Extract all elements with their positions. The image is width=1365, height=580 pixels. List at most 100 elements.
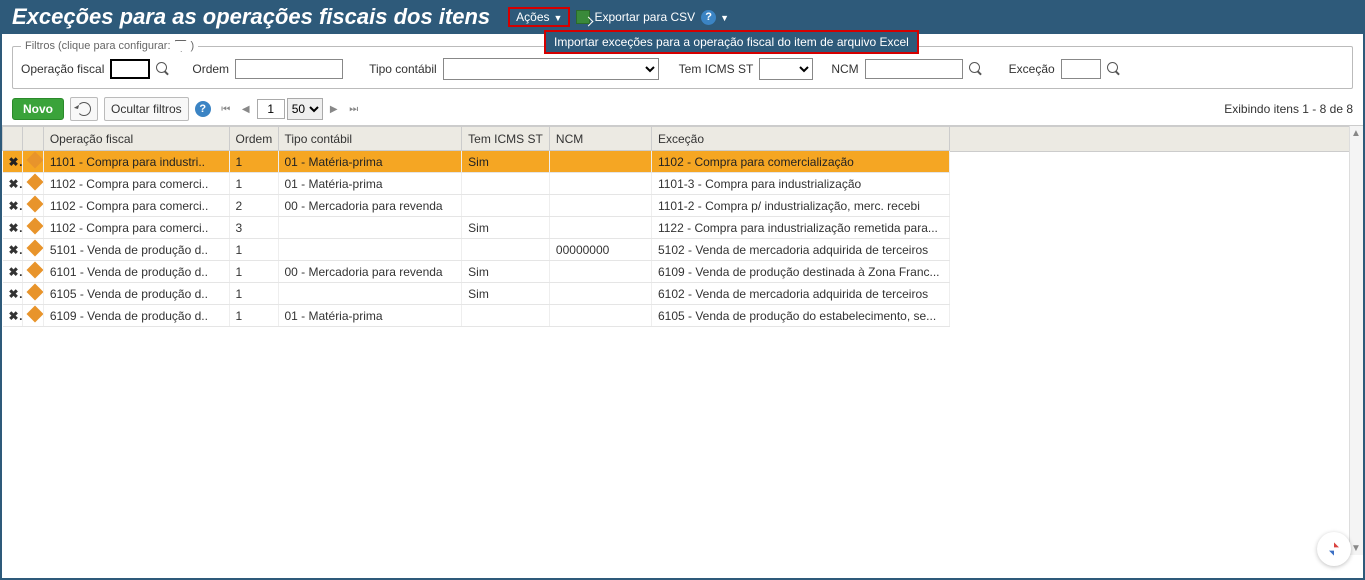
cell-operacao: 6105 - Venda de produção d.. [43, 283, 229, 305]
actions-label: Ações [516, 10, 549, 24]
pager-next-button[interactable]: ▶ [325, 98, 343, 120]
cell-operacao: 6101 - Venda de produção d.. [43, 261, 229, 283]
cell-excecao: 5102 - Venda de mercadoria adquirida de … [651, 239, 949, 261]
cell-ncm [549, 195, 651, 217]
grid-header-tipo[interactable]: Tipo contábil [278, 127, 462, 151]
cell-tipo: 01 - Matéria-prima [278, 151, 462, 173]
cell-ncm [549, 173, 651, 195]
pencil-icon [27, 218, 43, 235]
row-edit-button[interactable] [23, 261, 43, 283]
row-edit-button[interactable] [23, 173, 43, 195]
new-button[interactable]: Novo [12, 98, 64, 120]
operacao-fiscal-input[interactable] [110, 59, 150, 79]
row-edit-button[interactable] [23, 305, 43, 327]
cell-tipo: 00 - Mercadoria para revenda [278, 195, 462, 217]
ncm-input[interactable] [865, 59, 963, 79]
pager-prev-button[interactable]: ◀ [237, 98, 255, 120]
row-delete-button[interactable]: ✖ [3, 261, 23, 283]
grid-header-extension [950, 126, 1349, 152]
tem-icms-select[interactable] [759, 58, 813, 80]
row-delete-button[interactable]: ✖ [3, 151, 23, 173]
row-delete-button[interactable]: ✖ [3, 195, 23, 217]
table-row[interactable]: ✖1101 - Compra para industri..101 - Maté… [3, 151, 950, 173]
grid-header-operacao[interactable]: Operação fiscal [43, 127, 229, 151]
search-icon[interactable] [969, 62, 983, 76]
help-icon: ? [701, 10, 716, 25]
row-delete-button[interactable]: ✖ [3, 173, 23, 195]
pencil-icon [27, 152, 43, 169]
tipo-contabil-select[interactable] [443, 58, 659, 80]
excecao-input[interactable] [1061, 59, 1101, 79]
pencil-icon [27, 306, 43, 323]
table-row[interactable]: ✖5101 - Venda de produção d..10000000051… [3, 239, 950, 261]
grid-header-excecao[interactable]: Exceção [651, 127, 949, 151]
pager-page-input[interactable] [257, 99, 285, 119]
actions-dropdown-button[interactable]: Ações [508, 7, 570, 27]
pager-status: Exibindo itens 1 - 8 de 8 [1224, 102, 1353, 116]
row-edit-button[interactable] [23, 283, 43, 305]
row-delete-button[interactable]: ✖ [3, 217, 23, 239]
table-row[interactable]: ✖1102 - Compra para comerci..200 - Merca… [3, 195, 950, 217]
row-edit-button[interactable] [23, 239, 43, 261]
grid-header-ordem[interactable]: Ordem [229, 127, 278, 151]
row-edit-button[interactable] [23, 151, 43, 173]
pager-first-button[interactable]: ⏮ [217, 98, 235, 120]
pencil-icon [27, 196, 43, 213]
chat-widget-button[interactable] [1317, 532, 1351, 566]
cell-icms [462, 173, 550, 195]
cell-ordem: 1 [229, 173, 278, 195]
filters-legend-close: ) [191, 40, 195, 52]
ncm-label: NCM [831, 62, 858, 76]
table-row[interactable]: ✖ 1102 - Compra para comerci..101 - Matér… [3, 173, 950, 195]
tipo-contabil-label: Tipo contábil [369, 62, 437, 76]
cell-icms: Sim [462, 283, 550, 305]
refresh-button[interactable] [70, 97, 98, 121]
row-delete-button[interactable]: ✖ [3, 239, 23, 261]
toolbar: Novo Ocultar filtros ? ⏮ ◀ 50 ▶ ⏭ Exibin… [2, 93, 1363, 125]
actions-dropdown-item-import[interactable]: Importar exceções para a operação fiscal… [544, 30, 919, 54]
pager-last-button[interactable]: ⏭ [345, 98, 363, 120]
table-row[interactable]: ✖6109 - Venda de produção d..101 - Matér… [3, 305, 950, 327]
row-delete-button[interactable]: ✖ [3, 283, 23, 305]
help-dropdown[interactable]: ? [701, 10, 729, 25]
table-row[interactable]: ✖6105 - Venda de produção d..1Sim6102 - … [3, 283, 950, 305]
hide-filters-button[interactable]: Ocultar filtros [104, 97, 189, 121]
cell-excecao: 1101-2 - Compra p/ industrialização, mer… [651, 195, 949, 217]
cell-tipo: 01 - Matéria-prima [278, 173, 462, 195]
grid-container: ▲ ▼ Operação fiscal Ordem Tipo contábil … [2, 125, 1363, 555]
grid-header-icms[interactable]: Tem ICMS ST [462, 127, 550, 151]
row-delete-button[interactable]: ✖ [3, 305, 23, 327]
row-edit-button[interactable] [23, 195, 43, 217]
pencil-icon [27, 240, 43, 257]
chevron-down-icon [720, 10, 729, 24]
table-row[interactable]: ✖1102 - Compra para comerci..3Sim1122 - … [3, 217, 950, 239]
grid-header-ncm[interactable]: NCM [549, 127, 651, 151]
cell-icms [462, 239, 550, 261]
filters-legend[interactable]: Filtros (clique para configurar: ) [21, 40, 198, 52]
pager-size-select[interactable]: 50 [287, 98, 323, 120]
cell-ncm [549, 283, 651, 305]
cell-tipo [278, 217, 462, 239]
vertical-scrollbar[interactable]: ▲ ▼ [1349, 126, 1363, 555]
ordem-input[interactable] [235, 59, 343, 79]
chevron-down-icon [554, 10, 563, 24]
cell-operacao: 1102 - Compra para comerci.. [43, 173, 229, 195]
search-icon[interactable] [156, 62, 170, 76]
cell-operacao: 6109 - Venda de produção d.. [43, 305, 229, 327]
data-grid: Operação fiscal Ordem Tipo contábil Tem … [2, 126, 950, 327]
cell-ncm [549, 151, 651, 173]
pencil-icon [27, 262, 43, 279]
export-csv-button[interactable]: Exportar para CSV [576, 10, 695, 24]
cell-tipo [278, 239, 462, 261]
cell-icms: Sim [462, 217, 550, 239]
search-icon[interactable] [1107, 62, 1121, 76]
table-row[interactable]: ✖6101 - Venda de produção d..100 - Merca… [3, 261, 950, 283]
help-icon[interactable]: ? [195, 101, 211, 117]
refresh-icon [77, 102, 91, 116]
cell-ordem: 1 [229, 151, 278, 173]
operacao-fiscal-label: Operação fiscal [21, 62, 104, 76]
row-edit-button[interactable] [23, 217, 43, 239]
cell-icms: Sim [462, 151, 550, 173]
cell-tipo: 00 - Mercadoria para revenda [278, 261, 462, 283]
cell-operacao: 1102 - Compra para comerci.. [43, 217, 229, 239]
